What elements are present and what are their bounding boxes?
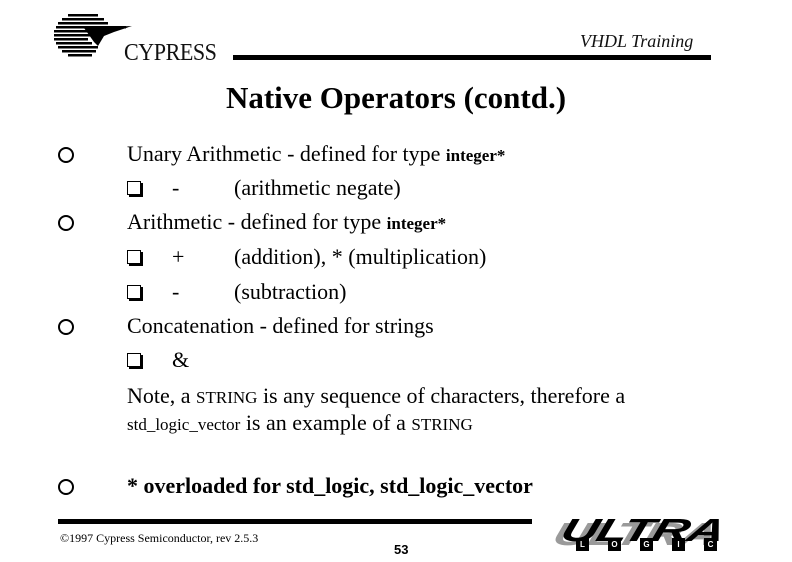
sub-item-negate: - (arithmetic negate) [172,175,401,201]
ultra-logic-logo: ULTRA ULTRA L O G I C [548,512,729,552]
type-string: STRING [196,388,258,407]
square-bullet-icon [127,181,141,195]
footer-divider [58,519,532,524]
cypress-logo: CYPRESS [54,12,224,66]
logic-letter: O [608,538,621,551]
operator-symbol: - [172,175,180,200]
cypress-wordmark: CYPRESS [124,40,217,66]
logic-letter: L [576,538,589,551]
cypress-tree-icon [54,14,132,57]
copyright: ©1997 Cypress Semiconductor, rev 2.5.3 [60,531,259,545]
type-string: STRING [411,415,473,434]
square-bullet-icon [127,353,141,367]
note-line-1: Note, a STRING is any sequence of charac… [127,383,625,411]
circle-bullet-icon [58,147,74,163]
square-bullet-icon [127,250,141,264]
header-divider [233,55,711,60]
operator-description: (subtraction) [234,279,347,304]
course-title: VHDL Training [580,31,694,51]
logic-letter: G [640,538,653,551]
footnote-overloaded: * overloaded for std_logic, std_logic_ve… [127,473,533,498]
page-number: 53 [394,542,409,557]
bullet-arithmetic: Arithmetic - defined for type integer* [127,209,446,237]
operator-description: (addition), * (multiplication) [234,244,487,269]
bullet-text: Unary Arithmetic - defined for type [127,141,446,166]
bullet-text: Arithmetic - defined for type [127,209,387,234]
logic-letter: I [672,538,685,551]
type-integer: integer* [445,146,506,165]
bullet-concatenation: Concatenation - defined for strings [127,313,434,339]
sub-item-subtraction: - (subtraction) [172,279,346,305]
note-text: is any sequence of characters, therefore… [257,383,626,408]
operator-symbol: + [172,244,185,269]
circle-bullet-icon [58,215,74,231]
square-bullet-icon [127,285,141,299]
type-std-logic-vector: std_logic_vector [127,415,241,434]
bullet-unary-arithmetic: Unary Arithmetic - defined for type inte… [127,141,505,169]
slide-title: Native Operators (contd.) [225,80,567,115]
note-text: is an example of a [240,410,412,435]
note-text: Note, a [127,383,197,408]
note-line-2: std_logic_vector is an example of a STRI… [127,410,473,438]
logic-letters: L O G I C [576,538,717,551]
sub-item-concat: & [172,347,234,373]
circle-bullet-icon [58,479,74,495]
logic-letter: C [704,538,717,551]
type-integer: integer* [386,214,447,233]
operator-description: (arithmetic negate) [234,175,401,200]
circle-bullet-icon [58,319,74,335]
bullet-text: Concatenation - defined for strings [127,313,434,338]
operator-symbol: & [172,347,190,372]
operator-symbol: - [172,279,180,304]
sub-item-addition: + (addition), * (multiplication) [172,244,486,270]
